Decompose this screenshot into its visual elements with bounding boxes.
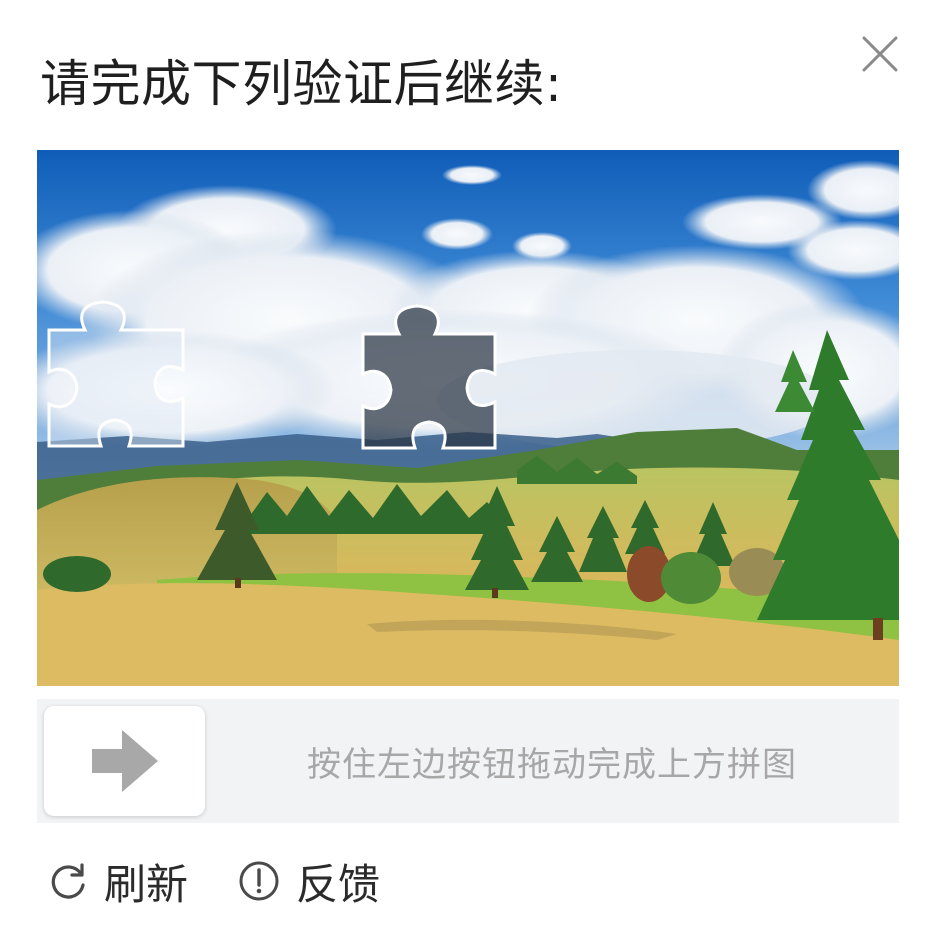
arrow-right-icon bbox=[91, 730, 158, 792]
refresh-button[interactable]: 刷新 bbox=[48, 852, 188, 910]
slider-handle[interactable] bbox=[44, 706, 205, 816]
refresh-icon bbox=[51, 863, 85, 899]
captcha-dialog: 请完成下列验证后继续: 按住左边按钮拖动完成上方拼图 刷新 反馈 bbox=[0, 0, 936, 948]
captcha-image bbox=[37, 150, 899, 686]
feedback-button[interactable]: 反馈 bbox=[238, 852, 380, 910]
exclamation-circle-icon bbox=[239, 861, 279, 901]
close-icon[interactable] bbox=[860, 34, 900, 74]
refresh-label: 刷新 bbox=[104, 859, 189, 909]
dialog-title: 请完成下列验证后继续: bbox=[40, 55, 563, 113]
slider-hint: 按住左边按钮拖动完成上方拼图 bbox=[307, 744, 797, 785]
feedback-label: 反馈 bbox=[296, 859, 381, 909]
